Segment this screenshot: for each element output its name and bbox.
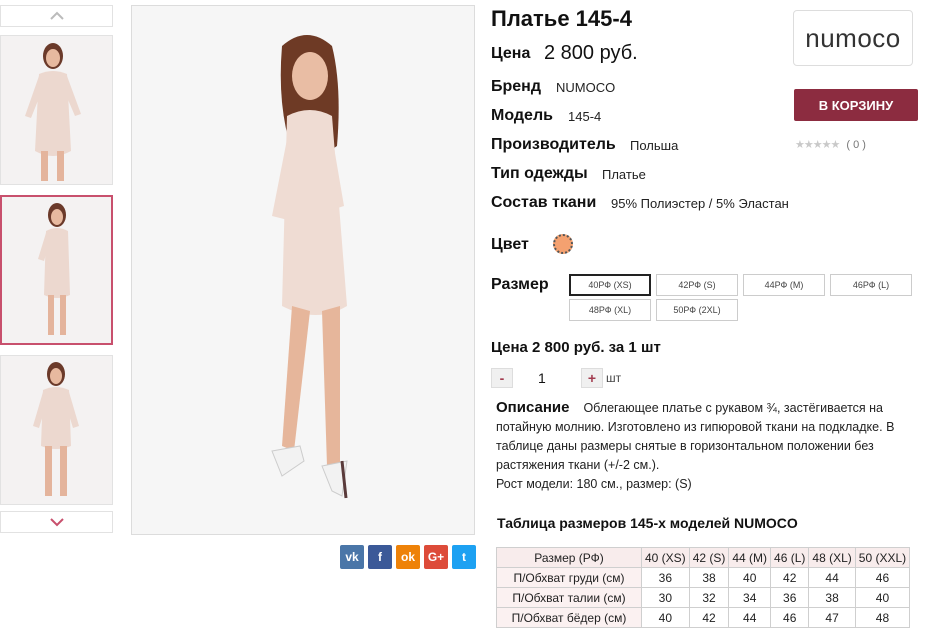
table-cell: 38 <box>688 567 730 588</box>
twitter-share-icon[interactable]: t <box>452 545 476 569</box>
table-row-label: П/Обхват бёдер (см) <box>496 607 642 628</box>
table-cell: 42 <box>770 567 810 588</box>
size-option-m[interactable]: 44РФ (M) <box>743 274 825 296</box>
model-info: Рост модели: 180 см., размер: (S) <box>496 477 692 491</box>
table-row-label: П/Обхват талии (см) <box>496 587 642 608</box>
table-cell: 42 <box>688 607 730 628</box>
price-value: 2 800 руб. <box>544 42 638 64</box>
table-header-row: Размер (РФ) 40 (XS) 42 (S) 44 (M) 46 (L)… <box>496 547 911 568</box>
thumbnail-2[interactable] <box>0 195 113 345</box>
table-cell: 40 <box>728 567 772 588</box>
add-to-cart-button[interactable]: В КОРЗИНУ <box>794 89 918 121</box>
product-description: Описание Облегающее платье с рукавом ¾, з… <box>496 398 916 494</box>
spec-value-clothing-type: Платье <box>602 167 646 182</box>
table-cell: 46 <box>854 567 911 588</box>
size-option-2xl[interactable]: 50РФ (2XL) <box>656 299 738 321</box>
table-cell: 36 <box>641 567 690 588</box>
dress-photo-thumbnail <box>1 36 112 184</box>
thumbnail-1[interactable] <box>0 35 113 185</box>
price-label: Цена <box>491 45 531 62</box>
size-option-xl[interactable]: 48РФ (XL) <box>569 299 651 321</box>
table-cell: 40 <box>641 607 690 628</box>
spec-value-model: 145-4 <box>568 109 602 124</box>
chevron-up-icon <box>49 11 64 20</box>
spec-label-fabric: Состав ткани <box>491 194 597 211</box>
table-header-cell: 40 (XS) <box>641 547 690 568</box>
size-option-s[interactable]: 42РФ (S) <box>656 274 738 296</box>
description-label: Описание <box>496 399 570 416</box>
rating[interactable]: ★★★★★ ( 0 ) <box>795 138 866 151</box>
thumbnail-scroll-up-button[interactable] <box>0 5 113 27</box>
rating-stars-icon: ★★★★★ <box>795 139 840 151</box>
spec-label-brand: Бренд <box>491 78 541 95</box>
thumbnail-scroll-down-button[interactable] <box>0 511 113 533</box>
unit-price-text: Цена 2 800 руб. за 1 шт <box>491 339 661 356</box>
spec-value-manufacturer: Польша <box>630 138 679 153</box>
table-cell: 44 <box>728 607 772 628</box>
table-cell: 38 <box>808 587 856 608</box>
spec-value-fabric: 95% Полиэстер / 5% Эластан <box>611 196 789 211</box>
table-cell: 40 <box>854 587 911 608</box>
quantity-increase-button[interactable]: + <box>581 368 603 388</box>
chevron-down-icon <box>49 518 64 527</box>
size-table-title: Таблица размеров 145-х моделей NUMOCO <box>497 515 798 531</box>
table-row: П/Обхват бёдер (см) 40 42 44 46 47 48 <box>496 607 911 628</box>
dress-photo-thumbnail <box>1 356 112 504</box>
spec-value-brand: NUMOCO <box>556 80 616 95</box>
size-table: Размер (РФ) 40 (XS) 42 (S) 44 (M) 46 (L)… <box>496 547 911 628</box>
table-header-cell: 42 (S) <box>688 547 730 568</box>
table-header-cell: 46 (L) <box>770 547 810 568</box>
dress-photo-thumbnail <box>2 197 111 343</box>
table-row-label: П/Обхват груди (см) <box>496 567 642 588</box>
table-header-cell: 50 (XXL) <box>854 547 911 568</box>
table-cell: 44 <box>808 567 856 588</box>
size-label: Размер <box>491 276 549 293</box>
table-cell: 34 <box>728 587 772 608</box>
table-header-cell: Размер (РФ) <box>496 547 642 568</box>
product-title: Платье 145-4 <box>491 6 632 31</box>
table-cell: 47 <box>808 607 856 628</box>
spec-label-model: Модель <box>491 107 553 124</box>
odnoklassniki-share-icon[interactable]: ok <box>396 545 420 569</box>
table-header-cell: 48 (XL) <box>808 547 856 568</box>
size-option-xs[interactable]: 40РФ (XS) <box>569 274 651 296</box>
quantity-unit: шт <box>606 371 622 385</box>
vk-share-icon[interactable]: vk <box>340 545 364 569</box>
size-option-l[interactable]: 46РФ (L) <box>830 274 912 296</box>
google-plus-share-icon[interactable]: G+ <box>424 545 448 569</box>
table-row: П/Обхват груди (см) 36 38 40 42 44 46 <box>496 567 911 588</box>
color-label: Цвет <box>491 236 529 253</box>
thumbnail-3[interactable] <box>0 355 113 505</box>
color-swatch-peach[interactable] <box>553 234 573 254</box>
table-cell: 32 <box>688 587 730 608</box>
table-row: П/Обхват талии (см) 30 32 34 36 38 40 <box>496 587 911 608</box>
quantity-value[interactable]: 1 <box>538 370 546 386</box>
table-cell: 48 <box>854 607 911 628</box>
facebook-share-icon[interactable]: f <box>368 545 392 569</box>
brand-logo[interactable]: numoco <box>793 10 913 66</box>
main-product-image[interactable] <box>131 5 475 535</box>
table-header-cell: 44 (M) <box>728 547 772 568</box>
spec-label-manufacturer: Производитель <box>491 136 616 153</box>
dress-photo <box>132 6 474 534</box>
quantity-decrease-button[interactable]: - <box>491 368 513 388</box>
table-cell: 36 <box>770 587 810 608</box>
table-cell: 30 <box>641 587 690 608</box>
spec-label-clothing-type: Тип одежды <box>491 165 588 182</box>
rating-count: ( 0 ) <box>846 139 866 151</box>
table-cell: 46 <box>770 607 810 628</box>
